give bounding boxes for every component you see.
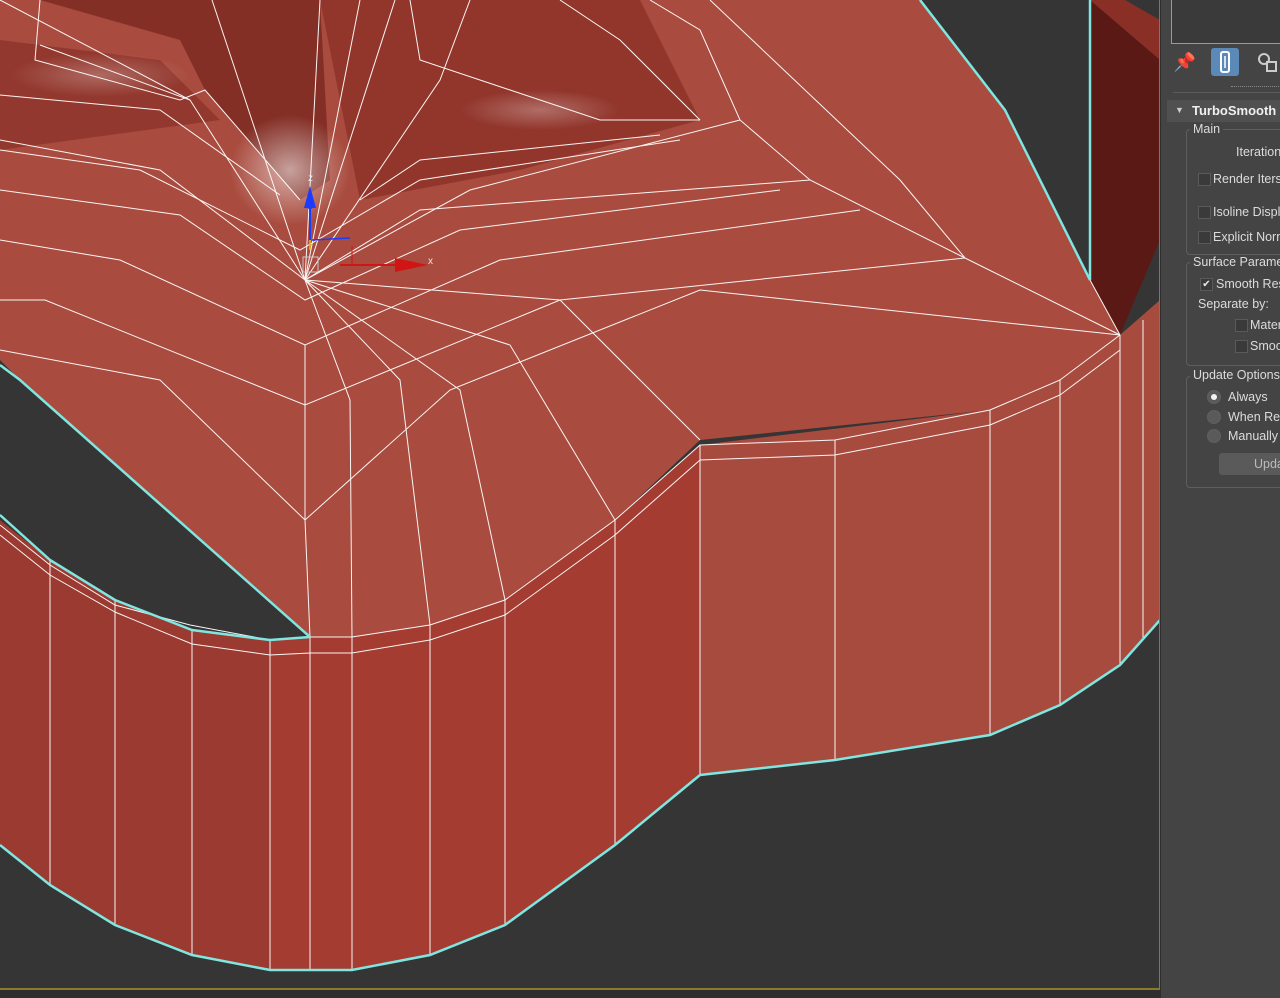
main-group-label: Main xyxy=(1190,122,1224,136)
always-label: Always xyxy=(1228,390,1268,404)
always-radio[interactable] xyxy=(1207,390,1221,404)
iterations-label: Iteration xyxy=(1236,145,1280,159)
when-rendering-radio[interactable] xyxy=(1207,410,1221,424)
3d-viewport[interactable]: z x xyxy=(0,0,1160,990)
command-panel: 📌 ▼ TurboSmooth Main Iteration Render It… xyxy=(1161,0,1280,998)
modify-tab-icon xyxy=(1220,51,1230,73)
update-button[interactable]: Upda xyxy=(1219,453,1280,475)
when-rendering-label: When Ren xyxy=(1228,410,1280,424)
explicit-normals-label: Explicit Norn xyxy=(1213,230,1280,244)
manually-radio[interactable] xyxy=(1207,429,1221,443)
viewport-border xyxy=(0,988,1160,990)
render-iters-label: Render Iters xyxy=(1213,172,1280,186)
smoothing-groups-label: Smoo xyxy=(1250,339,1280,353)
smooth-result-checkbox[interactable]: ✔ xyxy=(1200,278,1213,291)
viewport-border xyxy=(1159,0,1160,990)
surface-parameters-label: Surface Paramete xyxy=(1190,255,1280,269)
update-options-label: Update Options xyxy=(1190,368,1280,382)
explicit-normals-checkbox[interactable] xyxy=(1198,231,1211,244)
specular-highlight xyxy=(460,90,620,130)
separate-by-label: Separate by: xyxy=(1198,297,1269,311)
modifier-stack-box[interactable] xyxy=(1171,0,1280,44)
configure-button[interactable] xyxy=(1253,48,1280,76)
manually-label: Manually xyxy=(1228,429,1279,443)
modify-tab-button[interactable] xyxy=(1211,48,1239,76)
render-iters-checkbox[interactable] xyxy=(1198,173,1211,186)
isoline-display-checkbox[interactable] xyxy=(1198,206,1211,219)
gizmo-x-label: x xyxy=(428,256,433,267)
rollout-title: TurboSmooth xyxy=(1192,103,1277,118)
gizmo-z-label: z xyxy=(308,173,313,184)
smooth-result-label: Smooth Res xyxy=(1216,277,1280,291)
smoothing-groups-checkbox[interactable] xyxy=(1235,340,1248,353)
separator xyxy=(1231,86,1280,91)
specular-highlight xyxy=(230,115,350,225)
mesh-render: z x xyxy=(0,0,1160,972)
materials-label: Mater xyxy=(1250,318,1280,332)
isoline-display-label: Isoline Displ xyxy=(1213,205,1280,219)
pin-icon: 📌 xyxy=(1173,51,1197,72)
materials-checkbox[interactable] xyxy=(1235,319,1248,332)
collapse-arrow-icon[interactable]: ▼ xyxy=(1175,105,1184,115)
separator xyxy=(1173,92,1280,93)
configure-icon xyxy=(1258,53,1277,72)
pin-stack-button[interactable]: 📌 xyxy=(1171,48,1199,76)
